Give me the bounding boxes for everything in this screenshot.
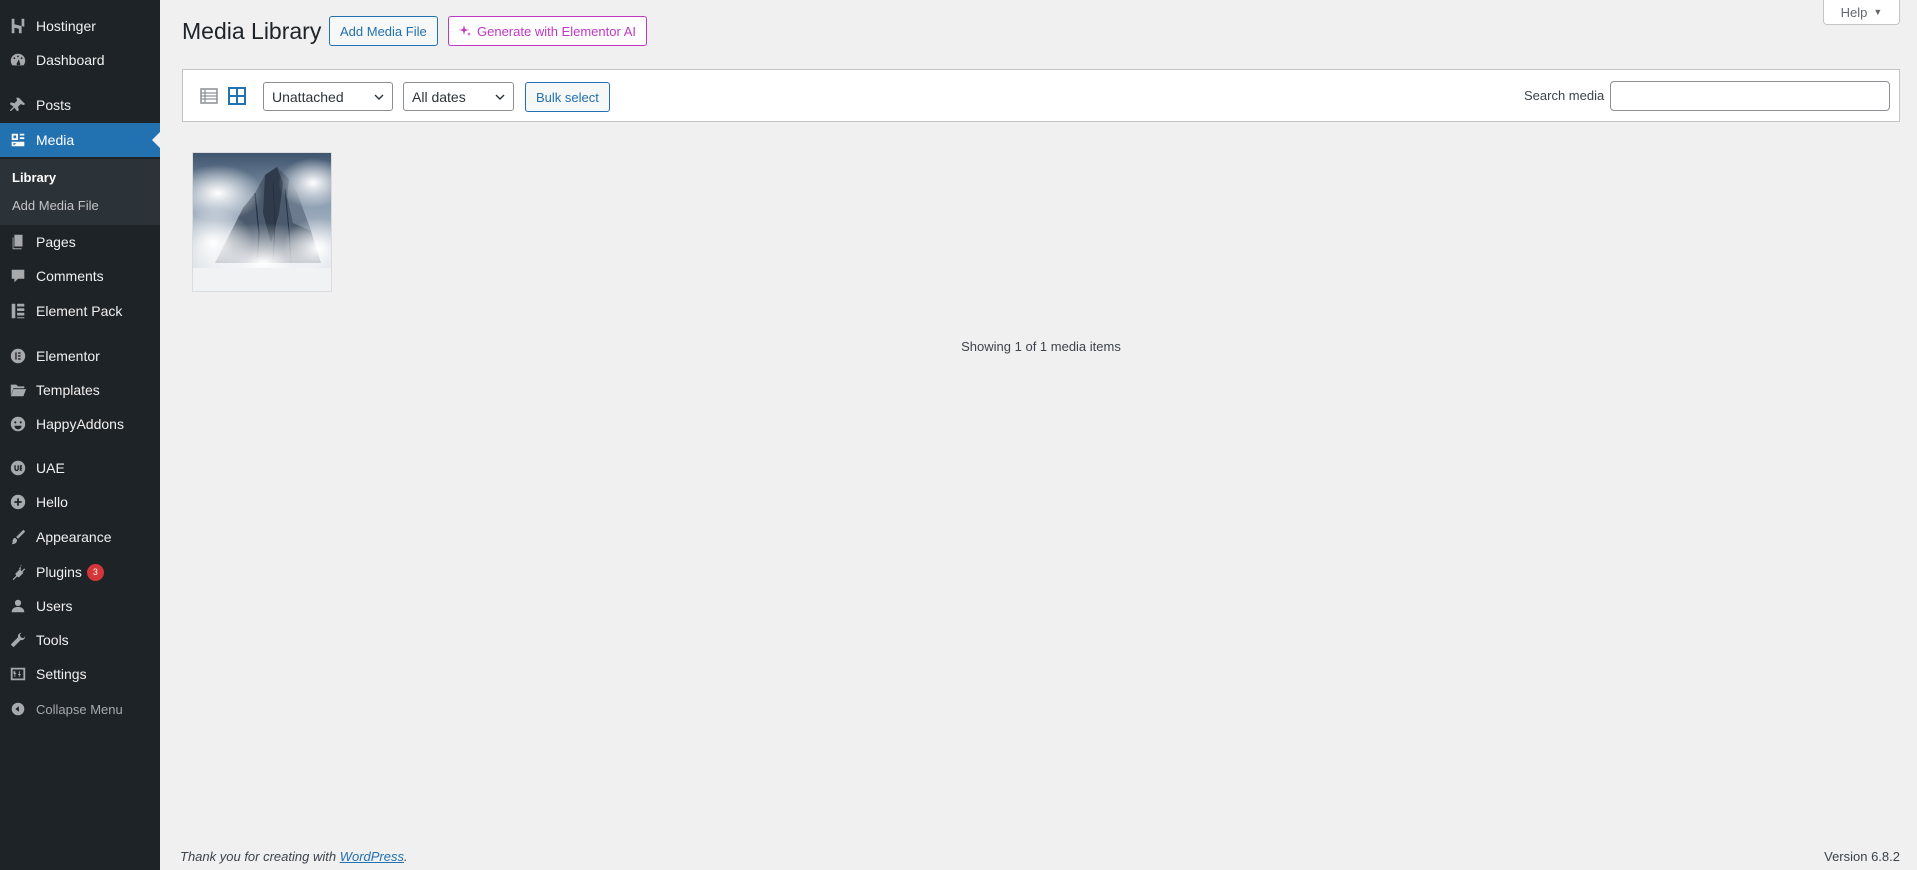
add-media-file-button[interactable]: Add Media File [329, 16, 438, 46]
sidebar-item-posts[interactable]: Posts [0, 88, 160, 122]
sidebar-item-settings[interactable]: Settings [0, 657, 160, 691]
submenu-item-add-media-file[interactable]: Add Media File [12, 198, 99, 213]
brush-icon [0, 528, 36, 546]
wordpress-link[interactable]: WordPress [340, 849, 404, 864]
sidebar-item-tools[interactable]: Tools [0, 623, 160, 657]
plus-circle-icon [0, 493, 36, 511]
footer-thanks: Thank you for creating with WordPress. [180, 849, 408, 864]
comment-icon [0, 267, 36, 285]
sidebar-item-hello[interactable]: Hello [0, 485, 160, 519]
date-filter-select[interactable]: All dates [403, 82, 514, 111]
list-view-icon[interactable] [198, 85, 220, 107]
sidebar-item-elementor[interactable]: Elementor [0, 339, 160, 373]
sidebar-item-uae[interactable]: UAE [0, 451, 160, 485]
media-submenu: Library Add Media File [0, 159, 160, 225]
happy-icon [0, 415, 36, 433]
hostinger-icon [0, 17, 36, 35]
triangle-down-icon: ▼ [1873, 7, 1883, 17]
attachment-filter-select[interactable]: Unattached [263, 82, 393, 111]
chevron-down-icon [374, 94, 384, 100]
plugins-update-badge: 3 [86, 563, 104, 581]
pin-icon [0, 96, 36, 114]
grid-view-icon[interactable] [226, 85, 248, 107]
wrench-icon [0, 631, 36, 649]
sidebar-item-happyaddons[interactable]: HappyAddons [0, 407, 160, 441]
sidebar-item-users[interactable]: Users [0, 589, 160, 623]
element-pack-icon [0, 302, 36, 320]
sidebar-item-dashboard[interactable]: Dashboard [0, 43, 160, 77]
collapse-icon [0, 700, 36, 718]
uae-icon [0, 459, 36, 477]
sidebar-item-pages[interactable]: Pages [0, 225, 160, 259]
media-toolbar: Unattached All dates Bulk select Search … [182, 69, 1900, 122]
media-thumbnail-mountain[interactable] [192, 152, 332, 292]
sidebar-item-comments[interactable]: Comments [0, 259, 160, 293]
media-icon [0, 131, 36, 149]
folder-icon [0, 381, 36, 399]
settings-icon [0, 665, 36, 683]
sidebar-item-templates[interactable]: Templates [0, 373, 160, 407]
footer-version: Version 6.8.2 [1824, 849, 1900, 864]
submenu-item-library[interactable]: Library [12, 170, 56, 185]
search-media-label: Search media [1524, 88, 1605, 103]
pages-icon [0, 233, 36, 251]
plug-icon [0, 563, 36, 581]
admin-sidebar: Hostinger Dashboard Posts Media Library … [0, 0, 160, 870]
mountain-image [193, 153, 331, 291]
media-count-status: Showing 1 of 1 media items [961, 339, 1121, 354]
collapse-menu-button[interactable]: Collapse Menu [0, 692, 160, 726]
sidebar-item-hostinger[interactable]: Hostinger [0, 9, 160, 43]
sidebar-item-media[interactable]: Media [0, 123, 160, 157]
bulk-select-button[interactable]: Bulk select [525, 82, 610, 112]
chevron-down-icon [495, 94, 505, 100]
elementor-icon [0, 347, 36, 365]
sidebar-item-element-pack[interactable]: Element Pack [0, 294, 160, 328]
help-button[interactable]: Help ▼ [1823, 0, 1900, 25]
sidebar-item-plugins[interactable]: Plugins 3 [0, 555, 160, 589]
generate-with-elementor-ai-button[interactable]: Generate with Elementor AI [448, 16, 647, 46]
user-icon [0, 597, 36, 615]
page-title: Media Library [182, 18, 322, 44]
sidebar-item-appearance[interactable]: Appearance [0, 520, 160, 554]
search-media-input[interactable] [1610, 81, 1890, 111]
dashboard-icon [0, 51, 36, 69]
sparkle-icon [459, 25, 471, 36]
